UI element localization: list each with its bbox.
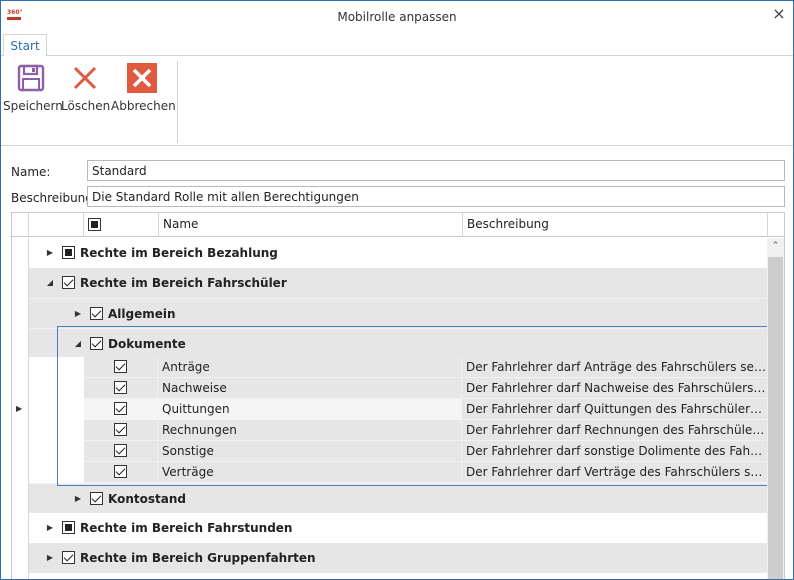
title-bar: 360° Mobilrolle anpassen × (1, 1, 793, 33)
floppy-disk-icon (17, 64, 45, 92)
tree-row[interactable]: ◢ Rechte im Bereich Fahrschüler (29, 268, 767, 298)
group-checkbox-kontostand[interactable] (90, 492, 103, 505)
item-checkbox[interactable] (114, 402, 127, 415)
table-row[interactable]: Rechnungen Der Fahrlehrer darf Rechnunge… (84, 420, 767, 441)
item-name: Sonstige (158, 441, 462, 462)
group-checkbox-fahrstunden[interactable] (62, 521, 75, 534)
group-label-kontostand: Kontostand (108, 492, 186, 506)
item-checkbox[interactable] (114, 444, 127, 457)
item-name: Nachweise (158, 378, 462, 399)
table-row[interactable]: Quittungen Der Fahrlehrer darf Quittunge… (84, 399, 767, 420)
table-row[interactable]: Sonstige Der Fahrlehrer darf sonstige Do… (84, 441, 767, 462)
description-input[interactable] (87, 186, 785, 207)
leaf-indent-area (29, 357, 84, 483)
group-checkbox-fahrschueler[interactable] (62, 276, 75, 289)
group-label-fahrschueler: Rechte im Bereich Fahrschüler (80, 276, 287, 290)
row-pointer-icon: ▶ (16, 404, 23, 413)
group-label-dokumente: Dokumente (108, 337, 186, 351)
permissions-tree-grid: Name Beschreibung ▶ ▶ Rechte im Bereich … (11, 212, 785, 579)
item-description: Der Fahrlehrer darf Rechnungen des Fahrs… (466, 423, 767, 437)
dialog-window: 360° Mobilrolle anpassen × Start Speiche… (0, 0, 794, 580)
item-checkbox[interactable] (114, 465, 127, 478)
item-description: Der Fahrlehrer darf Nachweise des Fahrsc… (466, 381, 767, 395)
item-description: Der Fahrlehrer darf Anträge des Fahrschü… (466, 360, 767, 374)
vertical-scrollbar[interactable]: ⌃ (767, 238, 784, 579)
ribbon-separator (177, 61, 178, 143)
group-checkbox-dokumente[interactable] (90, 337, 103, 350)
x-mark-icon (73, 66, 97, 90)
triangle-right-icon[interactable]: ▶ (72, 299, 84, 329)
header-check-cell (84, 213, 159, 237)
tree-row[interactable]: ▶ Rechte im Bereich Bezahlung (29, 238, 767, 268)
item-checkbox[interactable] (114, 381, 127, 394)
ribbon: Speichern Löschen Abbrechen (1, 57, 793, 146)
delete-button[interactable]: Löschen (61, 61, 111, 121)
header-tree-cell (29, 213, 84, 237)
header-indicator-cell (12, 213, 29, 237)
tree-row[interactable]: ▶ Allgemein (29, 298, 767, 328)
item-name: Anträge (158, 357, 462, 378)
header-name[interactable]: Name (159, 213, 463, 237)
scroll-thumb[interactable] (768, 257, 783, 579)
group-checkbox-allgemein[interactable] (90, 307, 103, 320)
delete-label: Löschen (61, 99, 111, 113)
group-label-fahrstunden: Rechte im Bereich Fahrstunden (80, 521, 293, 535)
tree-row[interactable]: ▶ Kontostand (29, 483, 767, 513)
group-checkbox-gruppenfahrten[interactable] (62, 551, 75, 564)
item-checkbox[interactable] (114, 423, 127, 436)
triangle-down-icon[interactable]: ◢ (72, 329, 84, 359)
select-all-checkbox[interactable] (88, 218, 101, 231)
name-input[interactable] (87, 160, 785, 181)
save-button[interactable]: Speichern (3, 61, 63, 121)
tree-row[interactable]: ▶ Rechte im Bereich Fahrstunden (29, 513, 767, 543)
tab-start[interactable]: Start (3, 34, 47, 57)
item-name: Quittungen (158, 399, 462, 420)
window-title: Mobilrolle anpassen (337, 10, 457, 24)
close-icon[interactable]: × (769, 5, 789, 25)
tree-row[interactable]: ▶ Rechte im Bereich Gruppenfahrten (29, 543, 767, 573)
triangle-right-icon[interactable]: ▶ (44, 543, 56, 573)
item-name: Verträge (158, 462, 462, 483)
x-box-icon (127, 63, 157, 93)
triangle-right-icon[interactable]: ▶ (44, 513, 56, 543)
cancel-button[interactable]: Abbrechen (111, 61, 176, 121)
group-label-bezahlung: Rechte im Bereich Bezahlung (80, 246, 278, 260)
item-description: Der Fahrlehrer darf sonstige Dolimente d… (466, 444, 767, 458)
triangle-down-icon[interactable]: ◢ (44, 268, 56, 298)
save-label: Speichern (3, 99, 63, 113)
cancel-label: Abbrechen (111, 99, 176, 113)
item-description: Der Fahrlehrer darf Verträge des Fahrsch… (466, 465, 767, 479)
group-checkbox-bezahlung[interactable] (62, 246, 75, 259)
group-label-allgemein: Allgemein (108, 307, 176, 321)
group-label-gruppenfahrten: Rechte im Bereich Gruppenfahrten (80, 551, 316, 565)
description-label: Beschreibung (11, 191, 93, 205)
header-description[interactable]: Beschreibung (463, 213, 768, 237)
table-row[interactable]: Nachweise Der Fahrlehrer darf Nachweise … (84, 378, 767, 399)
table-row[interactable]: Verträge Der Fahrlehrer darf Verträge de… (84, 462, 767, 483)
grid-header: Name Beschreibung (12, 213, 784, 237)
item-description: Der Fahrlehrer darf Quittungen des Fahrs… (466, 402, 767, 416)
triangle-right-icon[interactable]: ▶ (72, 484, 84, 514)
table-row[interactable]: Anträge Der Fahrlehrer darf Anträge des … (84, 357, 767, 378)
item-name: Rechnungen (158, 420, 462, 441)
triangle-right-icon[interactable]: ▶ (44, 238, 56, 268)
ribbon-tabs: Start (1, 34, 793, 57)
chevron-up-icon[interactable]: ⌃ (767, 238, 784, 255)
item-checkbox[interactable] (114, 360, 127, 373)
name-label: Name: (11, 165, 51, 179)
tree-row[interactable]: ◢ Dokumente (29, 328, 767, 358)
